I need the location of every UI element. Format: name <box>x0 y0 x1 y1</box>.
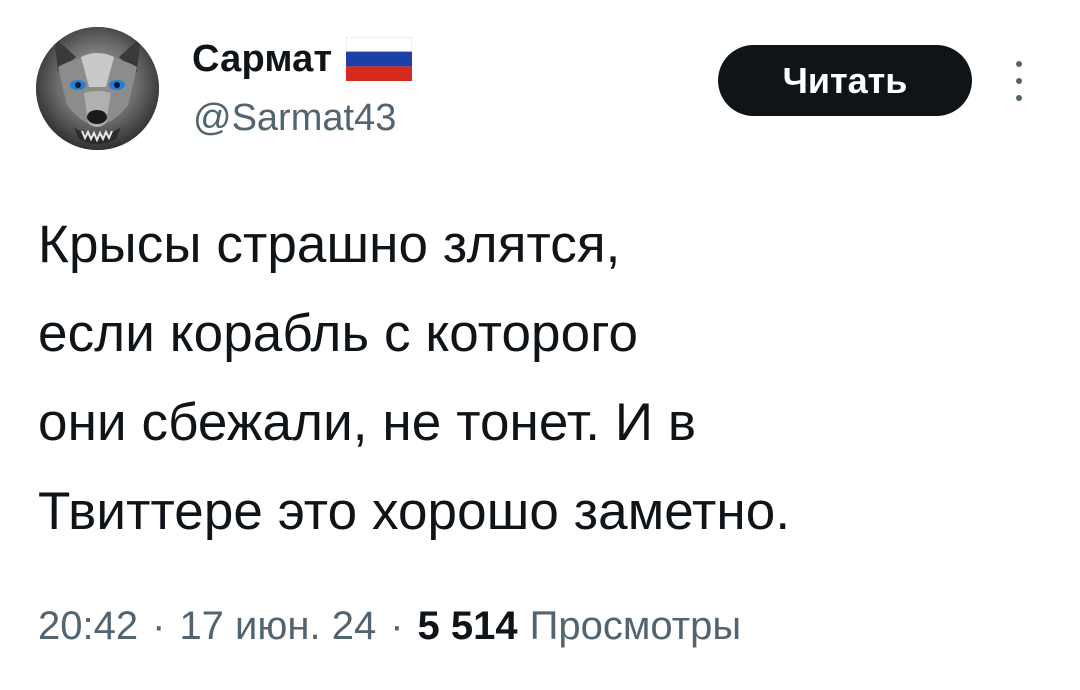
views-count[interactable]: 5 514 <box>418 604 518 649</box>
author-handle[interactable]: @Sarmat43 <box>193 97 396 140</box>
avatar[interactable] <box>36 27 159 150</box>
follow-button[interactable]: Читать <box>718 45 972 116</box>
tweet-text: Крысы страшно злятся, если корабль с кот… <box>38 215 791 541</box>
meta-separator: · <box>152 604 166 648</box>
russian-flag-icon <box>345 36 413 81</box>
tweet-time[interactable]: 20:42 <box>38 604 138 649</box>
more-vertical-icon[interactable] <box>1004 55 1034 107</box>
more-dot <box>1016 61 1022 67</box>
tweet-card: Сармат @Sarmat43 Читать Крысы страшно зл… <box>0 0 1080 690</box>
meta-separator: · <box>390 604 404 648</box>
views-label[interactable]: Просмотры <box>530 604 741 649</box>
tweet-date[interactable]: 17 июн. 24 <box>179 604 376 649</box>
wolf-avatar-icon <box>36 27 159 150</box>
author-name-row[interactable]: Сармат <box>192 34 413 84</box>
more-dot <box>1016 95 1022 101</box>
display-name[interactable]: Сармат <box>192 38 332 81</box>
tweet-meta: 20:42 · 17 июн. 24 · 5 514 Просмотры <box>38 604 741 649</box>
more-dot <box>1016 78 1022 84</box>
